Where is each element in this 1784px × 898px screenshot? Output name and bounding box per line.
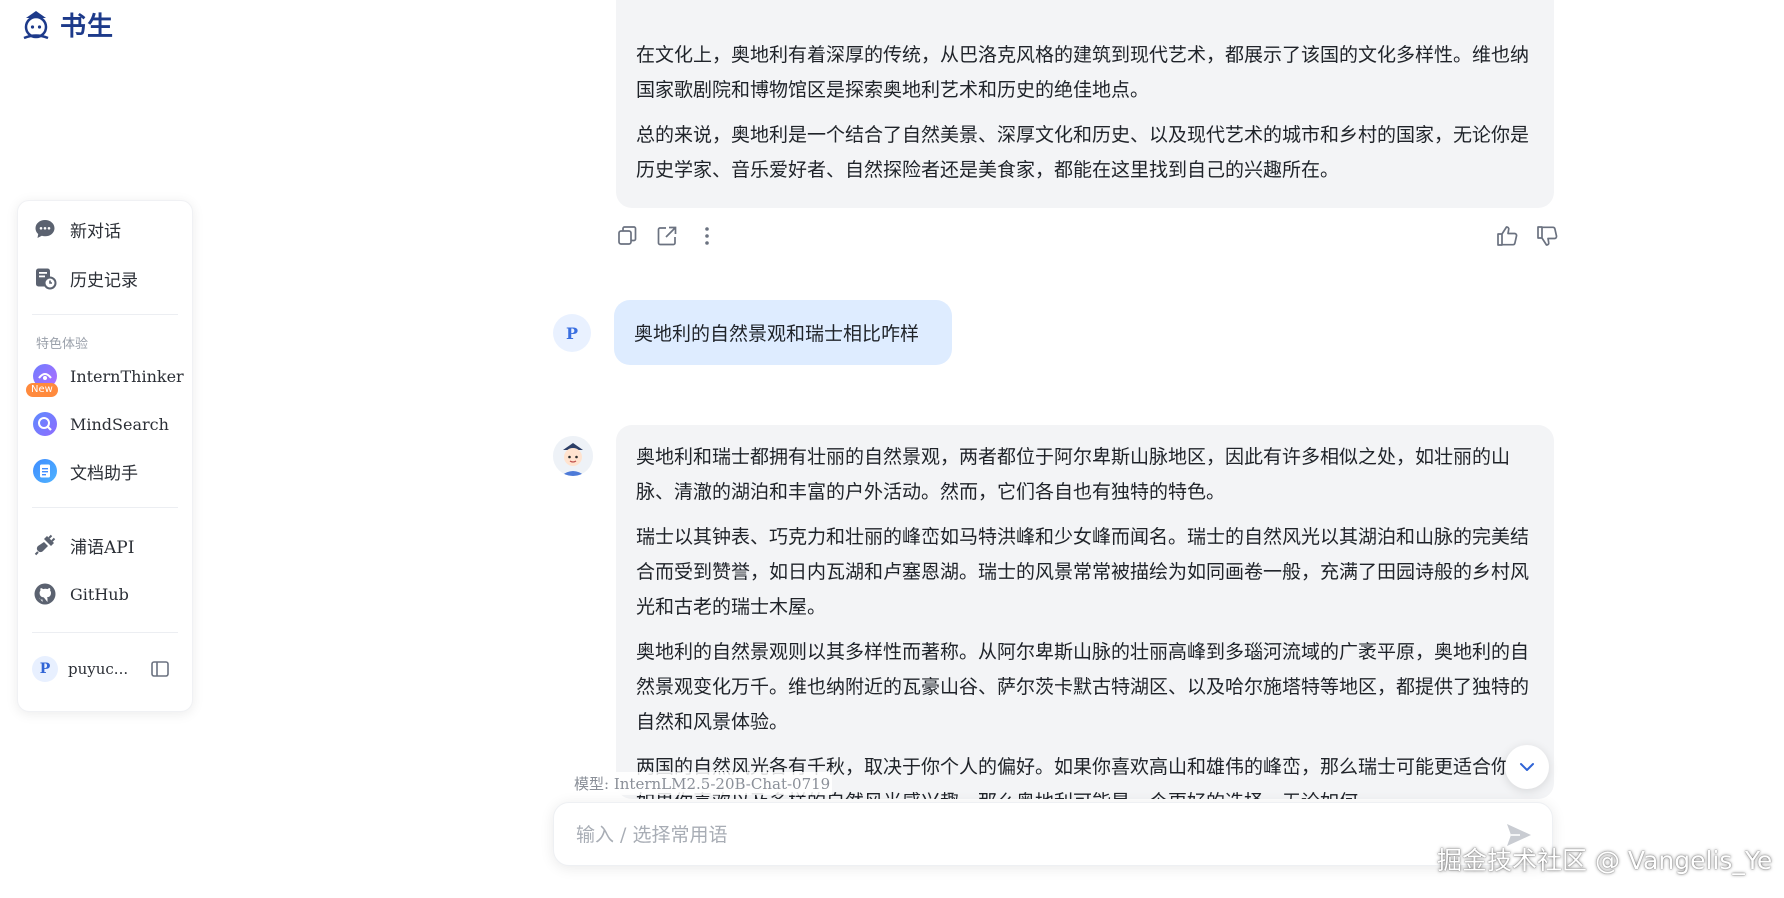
chat-input-box [553, 802, 1553, 866]
assistant-avatar [553, 436, 593, 476]
watermark: 掘金技术社区 @ Vangelis_Ye [1437, 846, 1773, 875]
history-label: 历史记录 [70, 270, 138, 291]
scholar-logo-icon [23, 10, 49, 39]
sidebar-divider [32, 507, 178, 508]
new-badge: New [26, 383, 58, 397]
sidebar-item-internthinker[interactable]: New InternThinker [26, 363, 184, 397]
internthinker-label: InternThinker [70, 366, 184, 386]
share-icon[interactable] [654, 223, 680, 249]
thumbs-down-icon[interactable] [1534, 223, 1560, 249]
model-label: 模型: InternLM2.5-20B-Chat-0719 [572, 772, 833, 795]
copy-icon[interactable] [614, 223, 640, 249]
message-paragraph: 总的来说，奥地利是一个结合了自然美景、深厚文化和历史、以及现代艺术的城市和乡村的… [636, 124, 1530, 181]
model-label-prefix: 模型: [574, 775, 610, 793]
logo-text: 书生 [60, 12, 115, 42]
document-icon [32, 458, 58, 484]
model-name: InternLM2.5-20B-Chat-0719 [613, 775, 831, 793]
new-chat-button[interactable]: 新对话 [32, 216, 121, 242]
sidebar-item-puyu-api[interactable]: 浦语API [32, 532, 134, 558]
message-paragraph: 在文化上，奥地利有着深厚的传统，从巴洛克风格的建筑到现代艺术，都展示了该国的文化… [636, 44, 1530, 101]
features-section-label: 特色体验 [36, 337, 89, 352]
user-name: puyuc... [68, 660, 129, 678]
scroll-to-bottom-button[interactable] [1505, 745, 1549, 789]
user-avatar: P [32, 656, 58, 682]
puyu-api-label: 浦语API [70, 537, 135, 558]
plug-icon [32, 532, 58, 558]
user-message-avatar: P [553, 314, 591, 352]
sidebar-item-github[interactable]: GitHub [32, 581, 129, 607]
github-icon [32, 581, 58, 607]
sidebar-divider [32, 632, 178, 633]
chat-bubble-icon [32, 216, 58, 242]
mindsearch-label: MindSearch [70, 414, 169, 434]
thumbs-up-icon[interactable] [1494, 223, 1520, 249]
more-options-icon[interactable] [694, 223, 720, 249]
message-paragraph: 奥地利和瑞士都拥有壮丽的自然景观，两者都位于阿尔卑斯山脉地区，因此有许多相似之处… [636, 446, 1511, 503]
chat-input[interactable] [574, 817, 1458, 853]
assistant-message: 在文化上，奥地利有着深厚的传统，从巴洛克风格的建筑到现代艺术，都展示了该国的文化… [616, 0, 1554, 208]
app-logo[interactable]: 书生 [18, 6, 114, 43]
sidebar-item-mindsearch[interactable]: MindSearch [32, 411, 169, 437]
internthinker-icon: New [26, 363, 58, 397]
user-message: 奥地利的自然景观和瑞士相比咋样 [614, 300, 952, 365]
assistant-message: 奥地利和瑞士都拥有壮丽的自然景观，两者都位于阿尔卑斯山脉地区，因此有许多相似之处… [616, 425, 1554, 799]
sidebar: 新对话 历史记录 特色体验 New InternThinker MindSear… [17, 200, 193, 712]
github-label: GitHub [70, 584, 129, 604]
sidebar-collapse-icon[interactable] [150, 659, 170, 679]
sidebar-item-doc-assistant[interactable]: 文档助手 [32, 458, 138, 484]
history-button[interactable]: 历史记录 [32, 265, 138, 291]
history-icon [32, 265, 58, 291]
scholar-avatar-icon [553, 436, 593, 476]
doc-assistant-label: 文档助手 [70, 463, 138, 484]
new-chat-label: 新对话 [70, 221, 121, 242]
user-profile[interactable]: P puyuc... [32, 656, 128, 682]
message-paragraph: 奥地利的自然景观则以其多样性而著称。从阿尔卑斯山脉的壮丽高峰到多瑙河流域的广袤平… [636, 641, 1530, 733]
message-paragraph: 瑞士以其钟表、巧克力和壮丽的峰峦如马特洪峰和少女峰而闻名。瑞士的自然风光以其湖泊… [636, 526, 1530, 618]
message-actions [614, 223, 1558, 251]
chevron-down-icon [1520, 763, 1534, 771]
mindsearch-icon [32, 411, 58, 437]
sidebar-divider [32, 314, 178, 315]
